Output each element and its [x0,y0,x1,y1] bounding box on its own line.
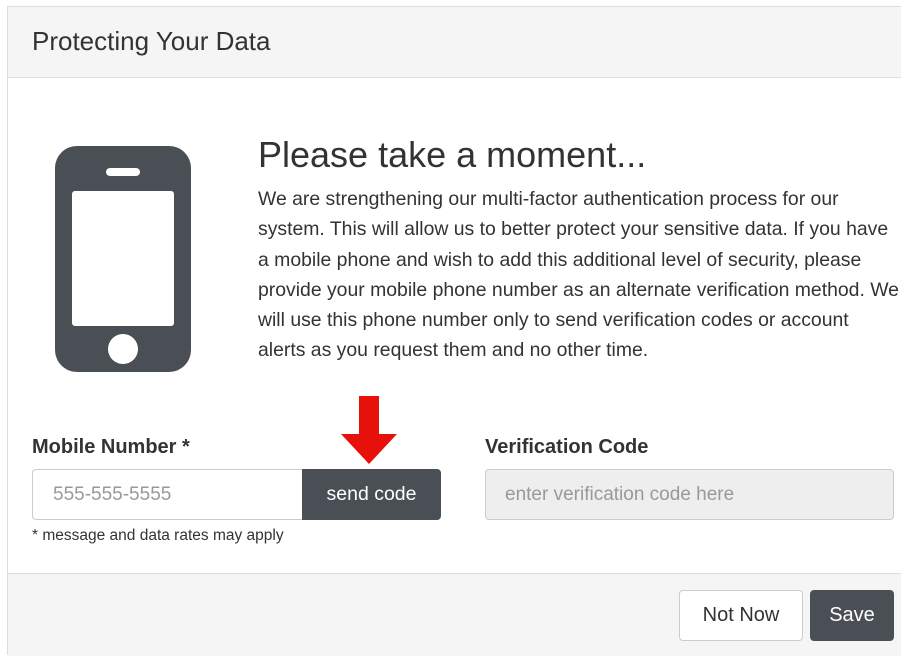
not-now-button[interactable]: Not Now [679,590,803,641]
rates-note: * message and data rates may apply [32,527,284,544]
mobile-phone-icon [55,146,191,372]
panel-footer: Not Now Save [8,573,901,656]
panel-title: Protecting Your Data [32,26,271,56]
mobile-number-input[interactable] [32,469,302,520]
verification-code-label: Verification Code [485,436,649,458]
description-text: We are strengthening our multi-factor au… [258,188,899,362]
red-down-arrow-icon [341,396,397,464]
mobile-number-label: Mobile Number * [32,436,190,458]
verification-code-input[interactable] [485,469,894,520]
panel-header: Protecting Your Data [8,7,901,78]
save-button[interactable]: Save [810,590,894,641]
send-code-button[interactable]: send code [302,469,441,520]
dialog-panel: Protecting Your Data Please take a momen… [7,6,901,656]
page-heading: Please take a moment... [258,134,647,175]
